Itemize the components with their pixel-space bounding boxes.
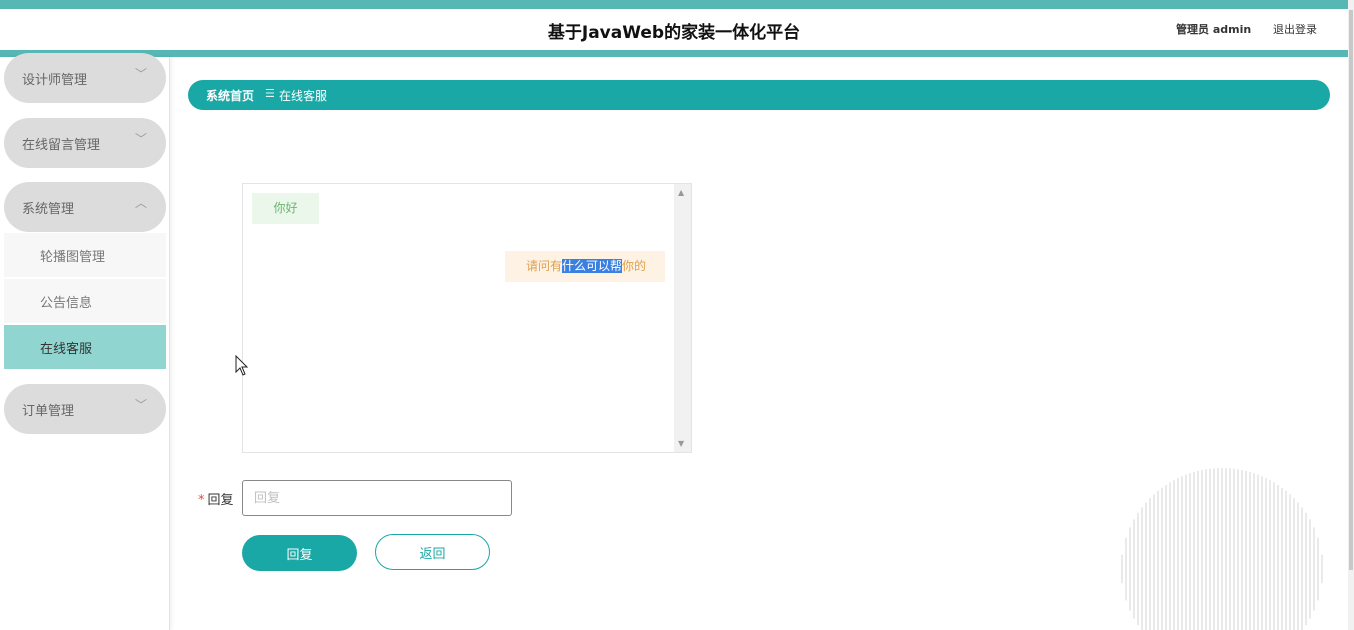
chevron-down-icon: ﹀	[135, 398, 148, 412]
current-user: 管理员 admin	[1176, 23, 1252, 36]
app-title: 基于JavaWeb的家装一体化平台	[547, 23, 801, 43]
back-button[interactable]: 返回	[375, 534, 490, 570]
sidebar-item-label: 在线客服	[40, 342, 93, 357]
sidebar-item-label: 公告信息	[40, 296, 93, 311]
breadcrumb-current: 在线客服	[279, 89, 328, 103]
mouse-pointer-icon	[235, 354, 249, 381]
page-scrollbar-thumb[interactable]	[1349, 10, 1353, 570]
sidebar-group-label: 系统管理	[22, 202, 75, 217]
sidebar-group-messages[interactable]: 在线留言管理 ﹀	[4, 118, 166, 168]
chat-message-user: 你好	[252, 193, 319, 224]
sidebar-group-label: 设计师管理	[22, 73, 88, 88]
reply-input[interactable]	[242, 480, 512, 516]
sidebar-item-announcements[interactable]: 公告信息	[4, 279, 166, 323]
sidebar-group-label: 订单管理	[22, 404, 75, 419]
top-header: 基于JavaWeb的家装一体化平台 管理员 admin 退出登录	[0, 0, 1348, 57]
reply-label-text: 回复	[207, 493, 234, 508]
sidebar-group-label: 在线留言管理	[22, 138, 101, 153]
sidebar-item-online-service[interactable]: 在线客服	[4, 325, 166, 369]
sidebar-group-system[interactable]: 系统管理 ︿	[4, 182, 166, 232]
chevron-down-icon: ﹀	[135, 67, 148, 81]
chat-history[interactable]: 你好 请问有什么可以帮你的 ▲ ▼	[242, 183, 692, 453]
breadcrumb: 系统首页 ☰ 在线客服	[188, 80, 1330, 110]
breadcrumb-home[interactable]: 系统首页	[206, 87, 254, 104]
chevron-up-icon: ︿	[135, 196, 148, 210]
sidebar-item-label: 轮播图管理	[40, 250, 106, 265]
required-mark: *	[198, 493, 205, 508]
reply-label: * 回复	[198, 489, 234, 508]
page-scrollbar[interactable]	[1348, 0, 1354, 630]
header-top-stripe	[0, 0, 1348, 9]
chevron-down-icon: ﹀	[135, 132, 148, 146]
triangle-up-icon[interactable]: ▲	[678, 188, 684, 197]
sidebar-group-designer[interactable]: 设计师管理 ﹀	[4, 53, 166, 103]
breadcrumb-separator-icon: ☰	[265, 87, 275, 100]
chat-message-text: 请问有	[526, 259, 563, 273]
sidebar-group-orders[interactable]: 订单管理 ﹀	[4, 384, 166, 434]
sidebar-item-carousel[interactable]: 轮播图管理	[4, 233, 166, 277]
selected-text: 什么可以帮	[562, 259, 623, 273]
chat-scrollbar[interactable]: ▲ ▼	[674, 184, 691, 452]
triangle-down-icon[interactable]: ▼	[678, 439, 684, 448]
reply-button[interactable]: 回复	[242, 535, 357, 571]
decorative-circle	[1120, 467, 1324, 630]
sidebar: 设计师管理 ﹀ 在线留言管理 ﹀ 系统管理 ︿ 轮播图管理 公告信息 在线客服 …	[0, 53, 170, 630]
chat-message-text: 你的	[622, 259, 647, 273]
header-bottom-stripe	[0, 50, 1348, 57]
chat-message-admin: 请问有什么可以帮你的	[505, 251, 665, 282]
logout-link[interactable]: 退出登录	[1273, 21, 1317, 37]
